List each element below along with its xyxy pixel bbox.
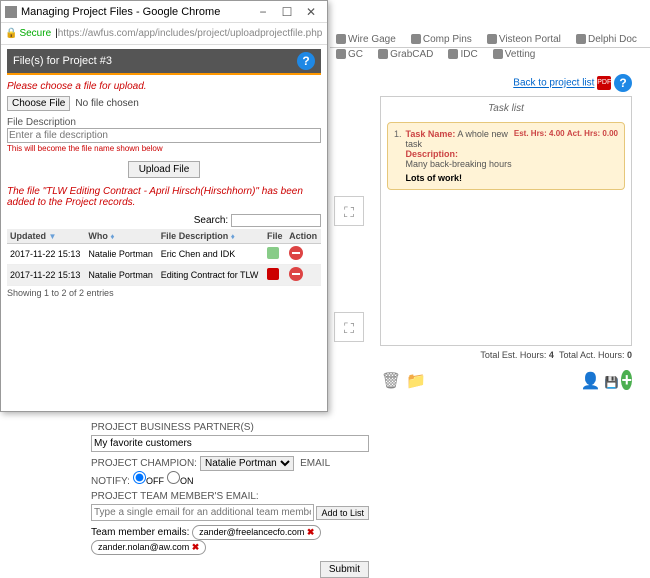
submit-button[interactable]: Submit — [320, 561, 369, 578]
table-footer: Showing 1 to 2 of 2 entries — [7, 288, 321, 298]
delete-icon[interactable] — [289, 246, 303, 260]
panel-title: File(s) for Project #3 — [13, 55, 112, 67]
est-hrs-label: Est. Hrs: — [514, 129, 547, 138]
task-desc: Many back-breaking hours — [406, 159, 514, 169]
chips-label: Team member emails: — [91, 527, 189, 538]
task-card[interactable]: 1. Task Name: A whole new task Descripti… — [387, 122, 625, 190]
sort-icon: ▼ — [49, 232, 57, 241]
files-table: Updated ▼ Who ♦ File Description ♦ File … — [7, 229, 321, 286]
tab-vetting[interactable]: Vetting — [487, 47, 542, 62]
file-desc-input[interactable] — [7, 128, 321, 143]
panel-help-icon[interactable]: ? — [297, 52, 315, 70]
help-icon[interactable]: ? — [614, 74, 632, 92]
save-icon[interactable]: 💾 — [605, 377, 619, 389]
app-icon — [5, 6, 17, 18]
address-bar: 🔒 Secure | https://awfus.com/app/include… — [1, 23, 327, 45]
secure-label: Secure — [19, 28, 51, 39]
remove-chip-icon[interactable]: ✖ — [307, 527, 315, 537]
est-hrs: 4.00 — [549, 129, 565, 138]
tab-gc[interactable]: GC — [330, 47, 369, 62]
tab-visteon[interactable]: Visteon Portal — [481, 32, 567, 47]
browser-tabs: Wire Gage Comp Pins Visteon Portal Delph… — [330, 0, 650, 48]
add-email-button[interactable]: Add to List — [316, 506, 369, 520]
col-action[interactable]: Action — [286, 229, 321, 244]
col-file[interactable]: File — [264, 229, 286, 244]
task-name-label: Task Name: — [406, 129, 456, 139]
col-desc[interactable]: File Description ♦ — [158, 229, 264, 244]
act-hrs: 0.00 — [602, 129, 618, 138]
add-task-button[interactable]: + — [621, 370, 632, 390]
notify-off-radio[interactable] — [133, 471, 146, 484]
url-text: https://awfus.com/app/includes/project/u… — [58, 28, 323, 39]
file-icon[interactable] — [267, 268, 279, 280]
file-desc-label: File Description — [7, 117, 321, 128]
task-list-title: Task list — [387, 103, 625, 114]
tab-delphi[interactable]: Delphi Doc — [570, 32, 643, 47]
table-row: 2017-11-22 15:13 Natalie Portman Eric Ch… — [7, 244, 321, 265]
success-message: The file "TLW Editing Contract - April H… — [7, 186, 321, 208]
zoom-control-1[interactable]: ⛶ — [334, 196, 364, 226]
tab-grabcad[interactable]: GrabCAD — [372, 47, 439, 62]
task-number: 1. — [394, 129, 402, 183]
sort-icon: ♦ — [231, 232, 235, 241]
search-input[interactable] — [231, 214, 321, 227]
col-who[interactable]: Who ♦ — [85, 229, 157, 244]
tab-wire-gage[interactable]: Wire Gage — [330, 32, 402, 47]
team-email-label: PROJECT TEAM MEMBER'S EMAIL: — [91, 491, 369, 502]
tab-comp-pins[interactable]: Comp Pins — [405, 32, 478, 47]
folder-icon[interactable]: 📁 — [405, 370, 427, 392]
remove-chip-icon[interactable]: ✖ — [192, 542, 200, 552]
upload-popup: Managing Project Files - Google Chrome −… — [0, 0, 328, 412]
task-list-panel: Task list 1. Task Name: A whole new task… — [380, 96, 632, 346]
partner-input[interactable] — [91, 435, 369, 452]
file-desc-warning: This will become the file name shown bel… — [7, 144, 321, 153]
no-file-label: No file chosen — [75, 98, 138, 109]
trash-icon[interactable]: 🗑 — [380, 370, 402, 392]
zoom-control-2[interactable]: ⛶ — [334, 312, 364, 342]
sort-icon: ♦ — [110, 232, 114, 241]
tab-idc[interactable]: IDC — [442, 47, 483, 62]
team-email-input[interactable] — [91, 504, 314, 521]
window-title: Managing Project Files - Google Chrome — [21, 6, 251, 18]
search-label: Search: — [194, 215, 228, 226]
partner-label: PROJECT BUSINESS PARTNER(S) — [91, 422, 369, 433]
minimize-button[interactable]: − — [251, 5, 275, 19]
window-titlebar: Managing Project Files - Google Chrome −… — [1, 1, 327, 23]
maximize-button[interactable]: ☐ — [275, 5, 299, 19]
champion-label: PROJECT CHAMPION: — [91, 458, 197, 469]
choose-prompt: Please choose a file for upload. — [7, 81, 321, 92]
email-chip: zander.nolan@aw.com ✖ — [91, 540, 206, 555]
close-button[interactable]: ✕ — [299, 5, 323, 19]
table-row: 2017-11-22 15:13 Natalie Portman Editing… — [7, 265, 321, 286]
file-icon[interactable] — [267, 247, 279, 259]
lock-icon: 🔒 — [5, 28, 17, 39]
choose-file-button[interactable]: Choose File — [7, 96, 70, 111]
email-chip: zander@freelancecfo.com ✖ — [192, 525, 321, 540]
back-link[interactable]: Back to project list — [513, 78, 594, 89]
user-icon[interactable]: 👤 — [580, 370, 602, 392]
task-note: Lots of work! — [406, 173, 463, 183]
act-hrs-label: Act. Hrs: — [567, 129, 600, 138]
delete-icon[interactable] — [289, 267, 303, 281]
col-updated[interactable]: Updated ▼ — [7, 229, 85, 244]
pdf-icon[interactable]: PDF — [597, 76, 611, 90]
notify-on-radio[interactable] — [167, 471, 180, 484]
totals: Total Est. Hours: 4 Total Act. Hours: 0 — [380, 350, 632, 360]
upload-button[interactable]: Upload File — [128, 161, 201, 178]
champion-select[interactable]: Natalie Portman — [200, 456, 294, 471]
task-desc-label: Description: — [406, 149, 459, 159]
